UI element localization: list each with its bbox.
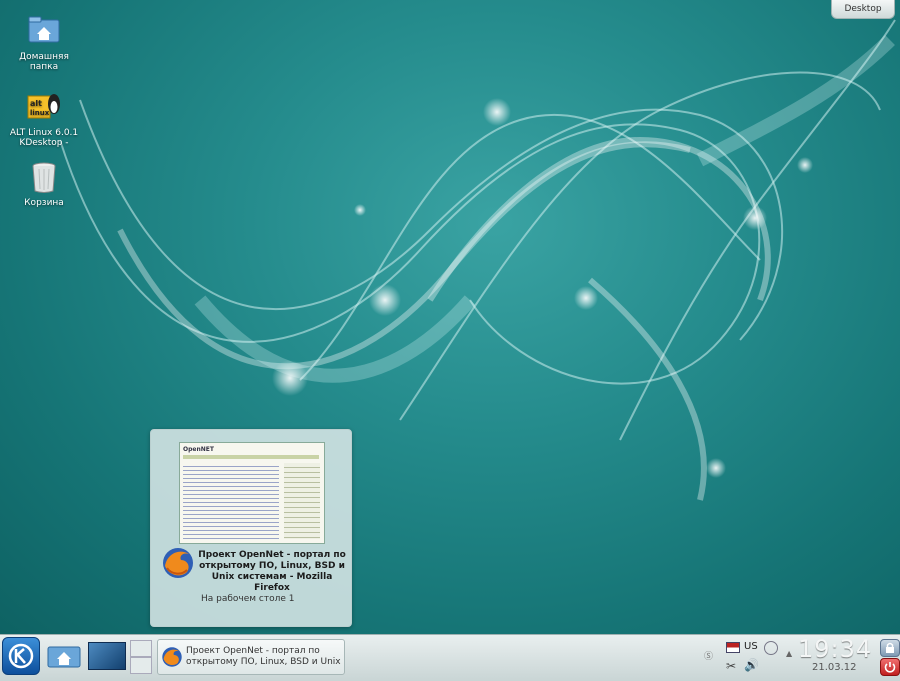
kde-menu-button[interactable] xyxy=(2,637,40,675)
trash-icon xyxy=(26,160,62,196)
thumbnail-logo: OpenNET xyxy=(183,446,214,453)
desktop-icon-label: папка xyxy=(29,62,59,72)
desktop-icon-label: Домашняя xyxy=(19,52,69,62)
svg-text:alt: alt xyxy=(30,99,42,108)
firefox-icon xyxy=(161,546,195,580)
kde-logo-icon xyxy=(8,643,34,669)
home-folder-icon xyxy=(26,14,62,50)
logout-button[interactable] xyxy=(880,658,900,676)
clock-date[interactable]: 21.03.12 xyxy=(812,662,857,673)
tooltip-subtitle: На рабочем столе 1 xyxy=(201,594,295,604)
home-folder-icon xyxy=(47,646,81,668)
keyboard-layout-indicator[interactable]: US xyxy=(744,641,758,652)
desktop-icon-trash[interactable]: Корзина xyxy=(9,160,79,208)
taskbar-item-firefox[interactable]: Проект OpenNet - портал по открытому ПО,… xyxy=(157,639,345,675)
desktop-icon-label: KDesktop - xyxy=(19,138,69,148)
power-icon xyxy=(884,662,896,673)
task-preview-tooltip: OpenNET Проект OpenNet - портал по откры… xyxy=(150,429,352,627)
home-folder-launcher[interactable] xyxy=(46,641,82,671)
pager-desktop-1[interactable] xyxy=(89,643,125,669)
scissors-icon[interactable]: ✂ xyxy=(726,659,736,673)
svg-text:linux: linux xyxy=(30,109,50,117)
lock-icon xyxy=(886,642,894,653)
desktop-icon-label: Корзина xyxy=(24,198,64,208)
firefox-icon xyxy=(161,646,183,668)
pager-desktop-3[interactable] xyxy=(130,657,152,674)
volume-icon[interactable]: 🔊 xyxy=(744,658,759,672)
alt-linux-icon: alt linux xyxy=(26,90,62,126)
wallpaper-swirls xyxy=(59,19,896,501)
desktop-wallpaper xyxy=(0,0,900,634)
systray-expand-icon[interactable]: Ⓢ xyxy=(704,649,713,662)
chevron-up-icon[interactable]: ▲ xyxy=(786,649,792,658)
tooltip-title: Проект OpenNet - портал по открытому ПО,… xyxy=(198,550,346,593)
desktop-icon-alt-linux[interactable]: alt linux ALT Linux 6.0.1 KDesktop - xyxy=(9,90,79,148)
taskbar-panel: Проект OpenNet - портал по открытому ПО,… xyxy=(0,634,900,681)
pager-desktop-2[interactable] xyxy=(130,640,152,657)
desktop-icon-label: ALT Linux 6.0.1 xyxy=(9,128,79,138)
keyboard-flag-icon xyxy=(726,642,740,653)
virtual-desktop-pager[interactable] xyxy=(88,642,126,670)
network-icon[interactable] xyxy=(764,641,778,655)
taskbar-item-title: Проект OpenNet - портал по открытому ПО,… xyxy=(186,646,341,667)
lock-screen-button[interactable] xyxy=(880,639,900,657)
window-thumbnail[interactable]: OpenNET xyxy=(179,442,325,544)
desktop-toolbox-button[interactable]: Desktop xyxy=(831,0,895,19)
clock-time[interactable]: 19:34 xyxy=(798,635,872,663)
desktop-icon-home[interactable]: Домашняя папка xyxy=(9,14,79,72)
